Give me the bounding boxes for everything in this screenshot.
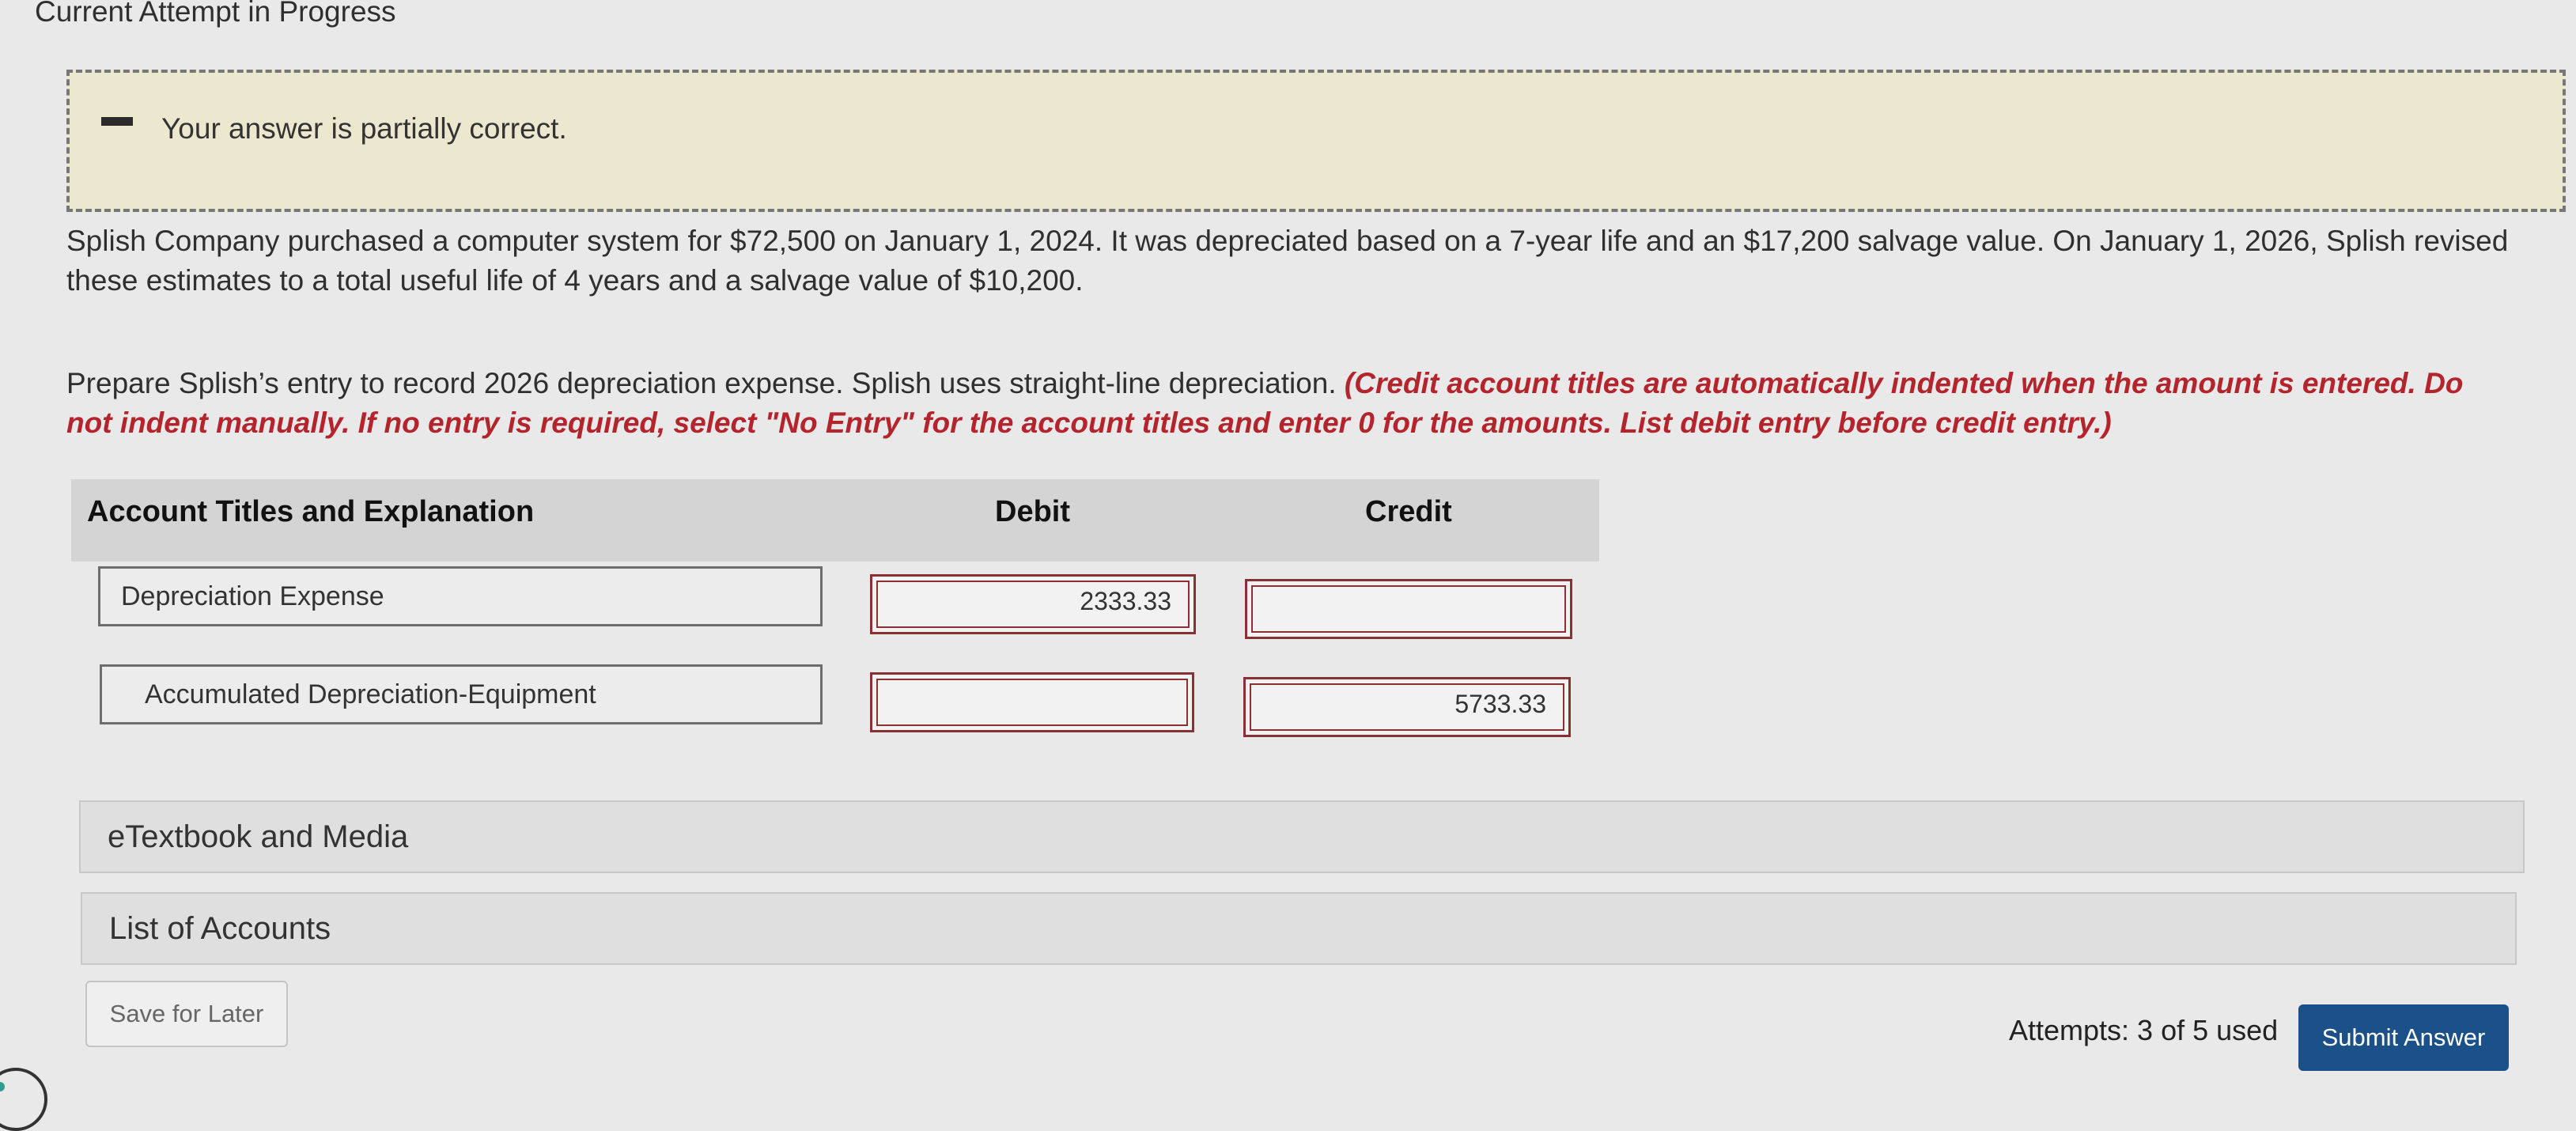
credit-input-row-2[interactable]: 5733.33 (1243, 677, 1571, 737)
problem-text: Splish Company purchased a computer syst… (66, 225, 2509, 297)
corner-widget-icon (0, 1068, 47, 1131)
account-select-row-2[interactable]: Accumulated Depreciation-Equipment (100, 664, 823, 724)
credit-value-row-2: 5733.33 (1454, 690, 1546, 718)
partial-correct-icon (101, 117, 133, 126)
debit-input-row-2[interactable] (870, 672, 1194, 732)
account-select-row-1[interactable]: Depreciation Expense (98, 566, 823, 626)
header-credit: Credit (1365, 495, 1452, 528)
journal-table-header: Account Titles and Explanation Debit Cre… (71, 479, 1599, 562)
instruction-text: Prepare Splish’s entry to record 2026 de… (66, 367, 1337, 399)
feedback-text: Your answer is partially correct. (161, 112, 567, 145)
attempts-counter: Attempts: 3 of 5 used (2009, 1014, 2279, 1046)
debit-input-row-1[interactable]: 2333.33 (870, 574, 1196, 634)
save-for-later-button[interactable]: Save for Later (85, 981, 288, 1047)
debit-value-row-1: 2333.33 (1080, 587, 1171, 615)
etextbook-media-panel[interactable]: eTextbook and Media (79, 800, 2525, 873)
header-account: Account Titles and Explanation (87, 495, 535, 528)
submit-answer-button[interactable]: Submit Answer (2298, 1004, 2509, 1071)
header-debit: Debit (995, 495, 1070, 528)
list-of-accounts-panel[interactable]: List of Accounts (81, 892, 2517, 965)
page-title: Current Attempt in Progress (35, 0, 396, 28)
feedback-banner: Your answer is partially correct. (66, 70, 2566, 212)
credit-input-row-1[interactable] (1245, 579, 1572, 639)
instruction-block: Prepare Splish’s entry to record 2026 de… (66, 364, 2479, 443)
